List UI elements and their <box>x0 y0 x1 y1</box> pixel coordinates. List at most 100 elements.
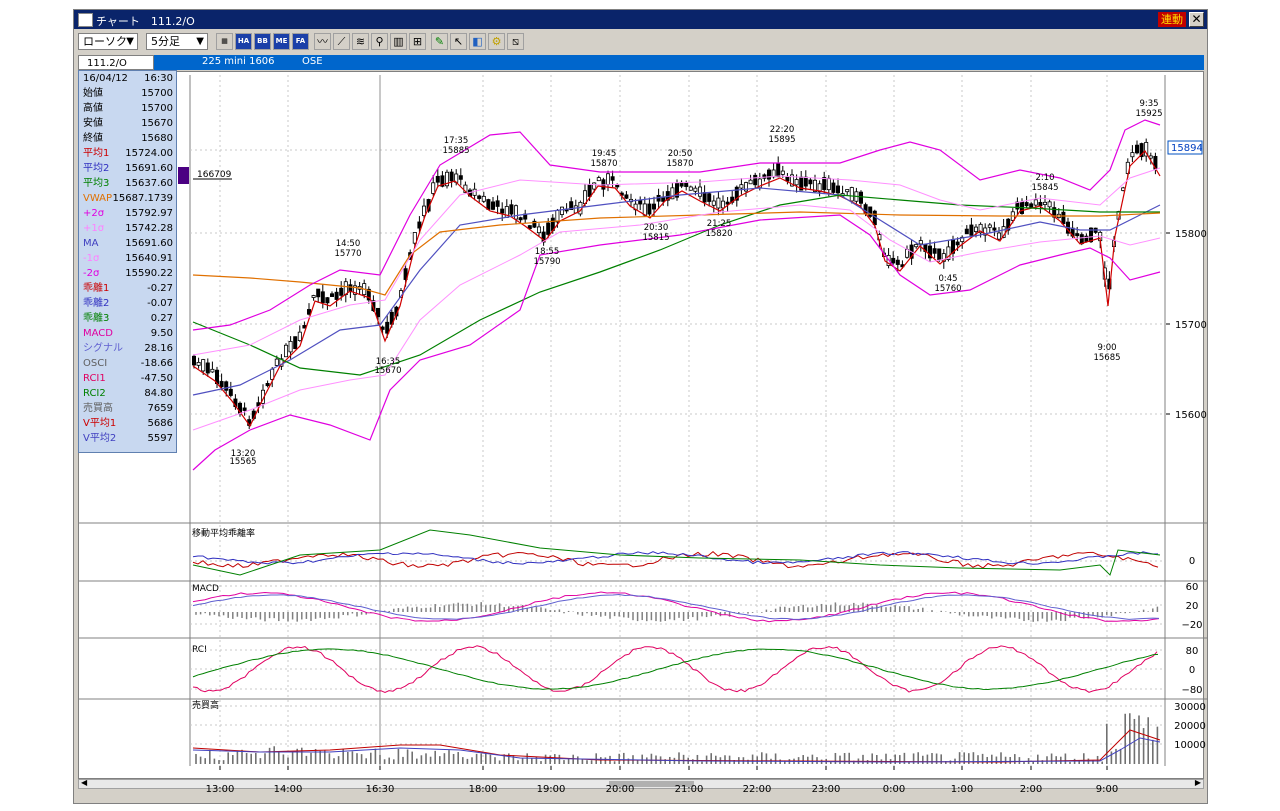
time-axis-label: 23:00 <box>812 784 841 795</box>
readout-label: 売買高 <box>83 403 113 414</box>
candle-body <box>969 224 974 236</box>
candle-body <box>914 243 919 248</box>
candle-body <box>320 291 325 304</box>
price-annotation-price: 15845 <box>1031 183 1058 193</box>
readout-label: OSCI <box>83 358 108 369</box>
price-annotation-time: 19:45 <box>592 149 617 159</box>
candle-body <box>514 205 519 220</box>
candle-body <box>518 217 523 221</box>
candle-body <box>500 208 505 214</box>
candle-body <box>592 182 597 190</box>
readout-value: 15691.60 <box>125 163 173 174</box>
readout-value: 15792.97 <box>125 208 173 219</box>
candle-body <box>693 187 698 192</box>
readout-value: -0.07 <box>147 298 173 309</box>
readout-row: 始値 15700 <box>83 86 175 101</box>
macd-tick-label: 60 <box>1186 582 1199 593</box>
candle-body <box>316 288 321 298</box>
price-tick-label: 15700 <box>1175 320 1207 331</box>
candle-body <box>325 297 330 304</box>
candle-body <box>836 185 841 194</box>
readout-row: 平均2 15691.60 <box>83 161 175 176</box>
price-annotation-time: 18:55 <box>535 247 560 257</box>
price-annotation-price: 15820 <box>705 229 732 239</box>
readout-row: V平均1 5686 <box>83 416 175 431</box>
readout-label: RCI1 <box>83 373 106 384</box>
candle-body <box>849 187 854 202</box>
candle-body <box>1024 202 1029 207</box>
candle-body <box>196 361 201 366</box>
deviation3-line <box>192 529 1161 576</box>
candle-body <box>219 381 224 388</box>
price-annotation-price: 15770 <box>334 249 361 259</box>
readout-row: OSCI -18.66 <box>83 356 175 371</box>
price-annotation-price: 15815 <box>642 233 669 243</box>
candle-body <box>1135 144 1140 154</box>
readout-value: 7659 <box>147 403 173 414</box>
readout-row: -1σ 15640.91 <box>83 251 175 266</box>
readout-label: 平均3 <box>83 178 110 189</box>
candle-body <box>1061 211 1066 225</box>
readout-row: 平均1 15724.00 <box>83 146 175 161</box>
candle-body <box>306 309 311 315</box>
candle-body <box>1075 233 1080 237</box>
candle-body <box>283 344 288 358</box>
candle-body <box>339 287 344 296</box>
readout-row: 平均3 15637.60 <box>83 176 175 191</box>
readout-datetime: 16/04/12 16:30 <box>83 71 175 86</box>
price-annotation-time: 2:10 <box>1035 173 1054 183</box>
price-tick-label: 15800 <box>1175 229 1207 240</box>
deviation-title: 移動平均乖離率 <box>192 527 255 539</box>
candle-body <box>458 175 463 180</box>
readout-label: +2σ <box>83 208 105 219</box>
readout-row: VWAP 15687.1739 <box>83 191 175 206</box>
candle-body <box>905 249 910 258</box>
candle-body <box>647 203 652 215</box>
candle-body <box>955 241 960 246</box>
rci-tick-label: −80 <box>1181 685 1202 696</box>
candle-body <box>808 179 813 185</box>
readout-label: MA <box>83 238 99 249</box>
readout-date: 16/04/12 <box>83 73 128 84</box>
candle-body <box>191 355 196 366</box>
candle-body <box>421 205 426 217</box>
time-axis-label: 13:00 <box>206 784 235 795</box>
time-axis-label: 22:00 <box>743 784 772 795</box>
readout-label: VWAP <box>83 193 113 204</box>
candle-body <box>716 197 721 209</box>
candle-body <box>698 186 703 197</box>
readout-value: 84.80 <box>144 388 173 399</box>
candle-body <box>762 174 767 179</box>
readout-label: RCI2 <box>83 388 106 399</box>
readout-value: 15724.00 <box>125 148 173 159</box>
readout-value: 0.27 <box>150 313 173 324</box>
candle-body <box>596 177 601 182</box>
readout-label: V平均2 <box>83 433 117 444</box>
candle-body <box>560 206 565 215</box>
price-annotation-price: 15685 <box>1093 353 1120 363</box>
candle-body <box>477 195 482 199</box>
cursor-readout-panel: 16/04/12 16:30 始値 15700 高値 15700 安値 15670 終値 15… <box>78 70 177 453</box>
readout-value: 15687.1739 <box>112 193 173 204</box>
price-annotation-price: 15885 <box>442 146 469 156</box>
readout-row: 乖離1 -0.27 <box>83 281 175 296</box>
readout-value: 15700 <box>141 103 173 114</box>
candle-body <box>555 210 560 223</box>
time-axis-label: 2:00 <box>1020 784 1042 795</box>
deviation-tick-label: 0 <box>1189 556 1195 567</box>
candle-body <box>987 224 992 228</box>
candle-body <box>297 331 302 341</box>
time-axis-label: 0:00 <box>883 784 905 795</box>
time-axis-label: 16:30 <box>366 784 395 795</box>
readout-value: 9.50 <box>150 328 173 339</box>
candle-body <box>826 177 831 191</box>
candle-body <box>1043 201 1048 205</box>
candle-body <box>638 200 643 205</box>
candle-body <box>748 179 753 185</box>
readout-row: MA 15691.60 <box>83 236 175 251</box>
price-annotation-time: 17:35 <box>444 136 469 146</box>
readout-label: 終値 <box>83 133 103 144</box>
candle-body <box>205 362 210 374</box>
candle-body <box>997 232 1002 240</box>
price-annotation-price: 15895 <box>768 135 795 145</box>
